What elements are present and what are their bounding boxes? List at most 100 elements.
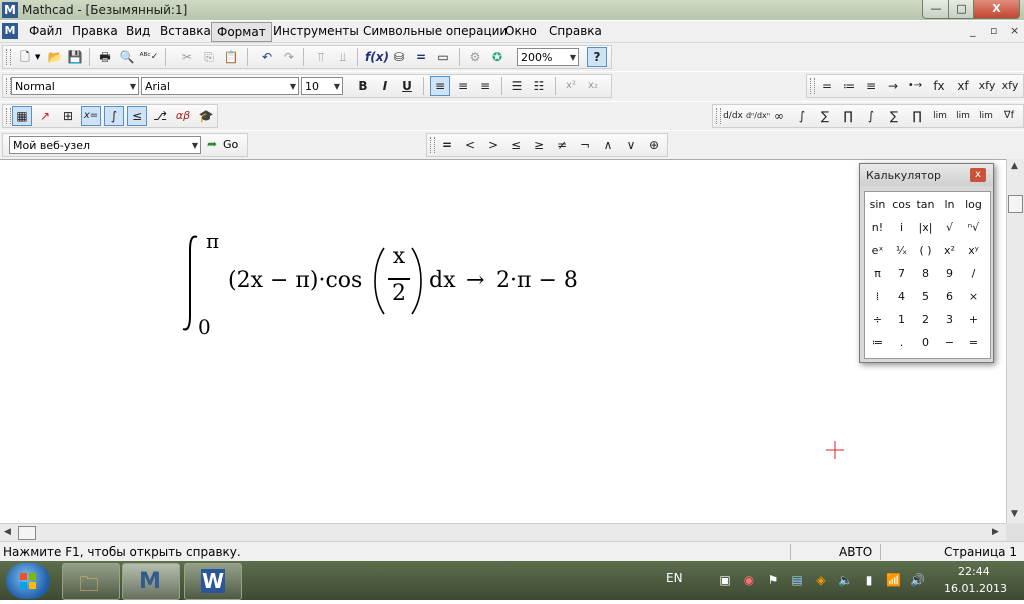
right-limit-button[interactable]: lim xyxy=(953,106,973,126)
new-document-icon[interactable]: 🗋 xyxy=(15,47,35,67)
italic-button[interactable]: I xyxy=(375,76,395,96)
toolbar-grip[interactable] xyxy=(6,108,11,124)
calc-key[interactable]: 6 xyxy=(938,285,961,308)
worksheet[interactable]: π 0 (2x − π)·cos x 2 dx → 2·π − 8 xyxy=(0,159,1006,524)
bool-greater-equal-button[interactable]: ≥ xyxy=(529,135,549,155)
clock-time[interactable]: 22:44 xyxy=(958,565,990,578)
vertical-scrollbar[interactable]: ▲ ▼ xyxy=(1006,159,1024,523)
calc-key[interactable]: √ xyxy=(938,216,961,239)
menu-tools[interactable]: Инструменты xyxy=(268,22,364,40)
calc-key[interactable]: xʸ xyxy=(962,239,985,262)
go-button[interactable]: Go xyxy=(223,138,238,151)
open-folder-icon[interactable]: 📂 xyxy=(45,47,65,67)
zoom-combo[interactable]: 200% ▼ xyxy=(517,48,579,66)
component-icon[interactable]: ⚙ xyxy=(465,47,485,67)
undo-icon[interactable]: ↶ xyxy=(257,47,277,67)
doc-close-button[interactable]: × xyxy=(1010,24,1019,37)
help-icon[interactable]: ? xyxy=(587,47,607,67)
network-icon[interactable]: ▣ xyxy=(718,573,732,587)
calc-key[interactable]: log xyxy=(962,193,985,216)
cut-icon[interactable]: ✂ xyxy=(177,47,197,67)
print-preview-icon[interactable]: 🔍 xyxy=(117,47,137,67)
update-icon[interactable]: ◈ xyxy=(814,573,828,587)
eval-treefix-button[interactable]: xfy xyxy=(1000,76,1020,96)
menu-format[interactable]: Формат xyxy=(211,22,272,42)
eval-postfix-button[interactable]: xf xyxy=(953,76,973,96)
eval-define-button[interactable]: ≔ xyxy=(839,76,859,96)
calc-key[interactable]: ln xyxy=(938,193,961,216)
taskbar-word[interactable]: W xyxy=(184,563,242,600)
calc-key[interactable]: 0 xyxy=(914,331,937,354)
greek-toolbar-icon[interactable]: αβ xyxy=(173,106,193,126)
style-combo[interactable]: Normal ▼ xyxy=(11,77,139,95)
calc-key[interactable]: n! xyxy=(866,216,889,239)
calc-key[interactable]: . xyxy=(890,331,913,354)
programming-toolbar-icon[interactable]: ⎇ xyxy=(150,106,170,126)
bool-not-equal-button[interactable]: ≠ xyxy=(552,135,572,155)
calc-key[interactable]: 1 xyxy=(890,308,913,331)
gradient-button[interactable]: ∇f xyxy=(999,106,1019,126)
spellcheck-icon[interactable]: ᴬᴮᶜ✓ xyxy=(139,47,159,67)
calc-key[interactable]: 7 xyxy=(890,262,913,285)
doc-restore-button[interactable]: ▫ xyxy=(990,24,997,37)
indefinite-integral-button[interactable]: ∫ xyxy=(861,106,881,126)
subscript-button[interactable]: x₂ xyxy=(583,76,603,96)
infinity-button[interactable]: ∞ xyxy=(769,106,789,126)
superscript-button[interactable]: x² xyxy=(561,76,581,96)
symbolic-toolbar-icon[interactable]: 🎓 xyxy=(196,106,216,126)
menu-file[interactable]: Файл xyxy=(24,22,67,40)
print-icon[interactable]: 🖶 xyxy=(95,47,115,67)
calc-key[interactable]: x² xyxy=(938,239,961,262)
eval-infix-button[interactable]: xfy xyxy=(977,76,997,96)
taskbar-explorer[interactable]: 🗀 xyxy=(62,563,120,600)
bool-not-button[interactable]: ¬ xyxy=(575,135,595,155)
calc-key[interactable]: ( ) xyxy=(914,239,937,262)
clock-date[interactable]: 16.01.2013 xyxy=(944,582,1007,595)
menu-window[interactable]: Окно xyxy=(500,22,542,40)
calculator-close-button[interactable]: x xyxy=(970,168,986,182)
bool-xor-button[interactable]: ⊕ xyxy=(644,135,664,155)
font-size-combo[interactable]: 10 ▼ xyxy=(301,77,343,95)
redo-icon[interactable]: ↷ xyxy=(279,47,299,67)
save-icon[interactable]: 💾 xyxy=(65,47,85,67)
mathcad-app-icon[interactable]: M xyxy=(2,2,18,18)
bool-equal-button[interactable]: = xyxy=(437,135,457,155)
go-arrow-icon[interactable]: ➦ xyxy=(207,137,217,151)
doc-minimize-button[interactable]: _ xyxy=(970,24,976,37)
wifi-icon[interactable]: 📶 xyxy=(886,573,901,587)
calc-key[interactable]: 2 xyxy=(914,308,937,331)
horizontal-scroll-thumb[interactable] xyxy=(18,526,36,540)
matrix-toolbar-icon[interactable]: ⊞ xyxy=(58,106,78,126)
font-combo[interactable]: Arial ▼ xyxy=(141,77,299,95)
language-indicator[interactable]: EN xyxy=(666,571,683,585)
underline-button[interactable]: U xyxy=(397,76,417,96)
derivative-button[interactable]: d/dx xyxy=(723,106,743,126)
bool-and-button[interactable]: ∧ xyxy=(598,135,618,155)
calc-key[interactable]: 9 xyxy=(938,262,961,285)
nth-derivative-button[interactable]: dⁿ/dxⁿ xyxy=(746,106,770,126)
battery-icon[interactable]: ▮ xyxy=(862,573,876,587)
calc-key[interactable]: 3 xyxy=(938,308,961,331)
calc-key[interactable]: 5 xyxy=(914,285,937,308)
calc-key[interactable]: tan xyxy=(914,193,937,216)
align-left-icon[interactable]: ≡ xyxy=(430,76,450,96)
new-dropdown-arrow-icon[interactable]: ▼ xyxy=(35,53,40,61)
toolbar-grip[interactable] xyxy=(6,49,11,65)
scroll-right-icon[interactable]: ▶ xyxy=(992,527,999,537)
calc-key[interactable]: ÷ xyxy=(866,308,889,331)
left-limit-button[interactable]: lim xyxy=(976,106,996,126)
scroll-down-icon[interactable]: ▼ xyxy=(1011,509,1018,519)
calc-key[interactable]: 4 xyxy=(890,285,913,308)
insert-unit-icon[interactable]: ⛁ xyxy=(389,47,409,67)
calculator-toolbar-icon[interactable]: ▦ xyxy=(12,106,32,126)
range-product-button[interactable]: ∏ xyxy=(907,106,927,126)
start-button[interactable] xyxy=(6,563,50,599)
eval-global-define-button[interactable]: ≡ xyxy=(861,76,881,96)
speaker-icon[interactable]: 🔊 xyxy=(910,573,925,587)
menu-view[interactable]: Вид xyxy=(121,22,155,40)
bool-or-button[interactable]: ∨ xyxy=(621,135,641,155)
taskbar-mathcad[interactable]: M xyxy=(122,563,180,600)
calc-key[interactable]: / xyxy=(962,262,985,285)
graph-toolbar-icon[interactable]: ↗ xyxy=(35,106,55,126)
calc-key[interactable]: cos xyxy=(890,193,913,216)
